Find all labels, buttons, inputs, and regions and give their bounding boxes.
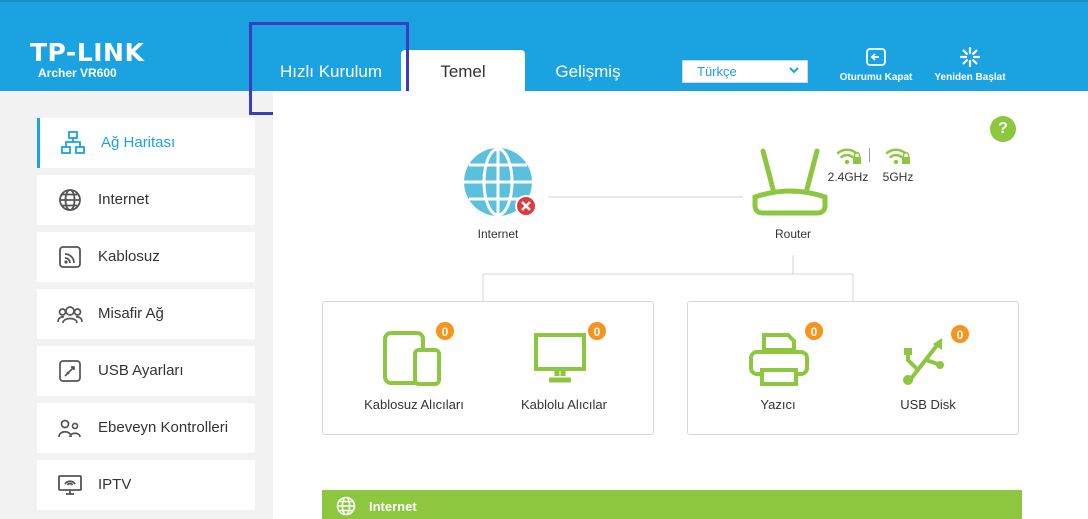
sidebar-item-label: Internet xyxy=(98,191,149,208)
top-header: TP-LINK Archer VR600 Hızlı Kurulum Temel… xyxy=(0,0,1088,93)
sidebar-item-label: Misafir Ağ xyxy=(98,305,164,322)
logo: TP-LINK Archer VR600 xyxy=(30,38,145,81)
wireless-clients-icon[interactable] xyxy=(382,330,442,386)
chevron-down-icon xyxy=(789,67,799,74)
sidebar-item-label: Ebeveyn Kontrolleri xyxy=(98,419,229,436)
language-value: Türkçe xyxy=(697,64,737,79)
wired-clients-icon[interactable] xyxy=(533,332,589,384)
sidebar-item-internet[interactable]: Internet xyxy=(37,175,255,225)
tab-basic[interactable]: Temel xyxy=(401,50,525,93)
usb-settings-icon xyxy=(59,360,81,382)
reboot-button[interactable]: Yeniden Başlat xyxy=(929,47,1011,83)
wireless-clients-count: 0 xyxy=(435,321,455,341)
sidebar-item-wireless[interactable]: Kablosuz xyxy=(37,232,255,282)
sidebar-item-iptv[interactable]: IPTV xyxy=(37,460,255,510)
iptv-icon xyxy=(58,475,82,495)
internet-globe-icon[interactable] xyxy=(461,147,541,219)
printer-icon[interactable] xyxy=(748,332,810,388)
sidebar: Ağ Haritası Internet Kablosuz Misafir Ağ… xyxy=(37,118,255,517)
globe-icon xyxy=(336,496,356,516)
language-select[interactable]: Türkçe xyxy=(682,60,808,83)
sidebar-item-usb-settings[interactable]: USB Ayarları xyxy=(37,346,255,396)
router-label: Router xyxy=(774,227,812,241)
sidebar-item-label: Kablosuz xyxy=(98,248,160,265)
usb-disk-label[interactable]: USB Disk xyxy=(868,397,988,412)
band-divider xyxy=(869,148,870,162)
usb-disk-icon[interactable] xyxy=(898,332,950,388)
network-map-panel: ? Internet Router 2.4GHz 5GHz 0 Kablosuz… xyxy=(273,91,1088,519)
map-connections xyxy=(482,196,854,301)
usb-disk-count: 0 xyxy=(950,324,970,344)
usb-devices-box: 0 Yazıcı 0 USB Disk xyxy=(687,301,1019,435)
model-name: Archer VR600 xyxy=(38,66,117,80)
wireless-icon xyxy=(59,246,81,268)
tab-advanced[interactable]: Gelişmiş xyxy=(533,50,643,93)
router-icon[interactable] xyxy=(745,147,835,217)
internet-section-header[interactable]: Internet xyxy=(322,490,1022,519)
wired-clients-label[interactable]: Kablolu Alıcılar xyxy=(503,397,625,412)
logout-label: Oturumu Kapat xyxy=(839,72,913,83)
sidebar-item-label: Ağ Haritası xyxy=(101,134,176,151)
band-24ghz-label: 2.4GHz xyxy=(827,170,869,184)
wired-clients-count: 0 xyxy=(587,321,607,341)
brand-name: TP-LINK xyxy=(30,38,145,67)
printer-count: 0 xyxy=(804,321,824,341)
sidebar-item-label: USB Ayarları xyxy=(98,362,184,379)
sidebar-item-network-map[interactable]: Ağ Haritası xyxy=(37,118,255,168)
printer-label[interactable]: Yazıcı xyxy=(728,397,828,412)
clients-box: 0 Kablosuz Alıcıları 0 Kablolu Alıcılar xyxy=(322,301,654,435)
internet-section-title: Internet xyxy=(369,499,417,514)
sidebar-item-parental-controls[interactable]: Ebeveyn Kontrolleri xyxy=(37,403,255,453)
reboot-label: Yeniden Başlat xyxy=(934,72,1006,83)
network-map-icon xyxy=(61,131,85,154)
parental-controls-icon xyxy=(58,419,81,438)
wifi-24ghz-icon[interactable] xyxy=(836,146,862,166)
logout-icon xyxy=(866,48,886,66)
logout-button[interactable]: Oturumu Kapat xyxy=(834,47,918,83)
sidebar-item-guest-network[interactable]: Misafir Ağ xyxy=(37,289,255,339)
wireless-clients-label[interactable]: Kablosuz Alıcıları xyxy=(343,397,485,412)
tab-quick-setup[interactable]: Hızlı Kurulum xyxy=(258,50,404,93)
guest-network-icon xyxy=(57,306,83,324)
band-5ghz-label: 5GHz xyxy=(882,170,914,184)
sidebar-item-label: IPTV xyxy=(98,476,132,493)
internet-label: Internet xyxy=(477,227,519,241)
wifi-5ghz-icon[interactable] xyxy=(885,146,911,166)
globe-icon xyxy=(59,189,81,211)
reboot-icon xyxy=(959,47,981,67)
